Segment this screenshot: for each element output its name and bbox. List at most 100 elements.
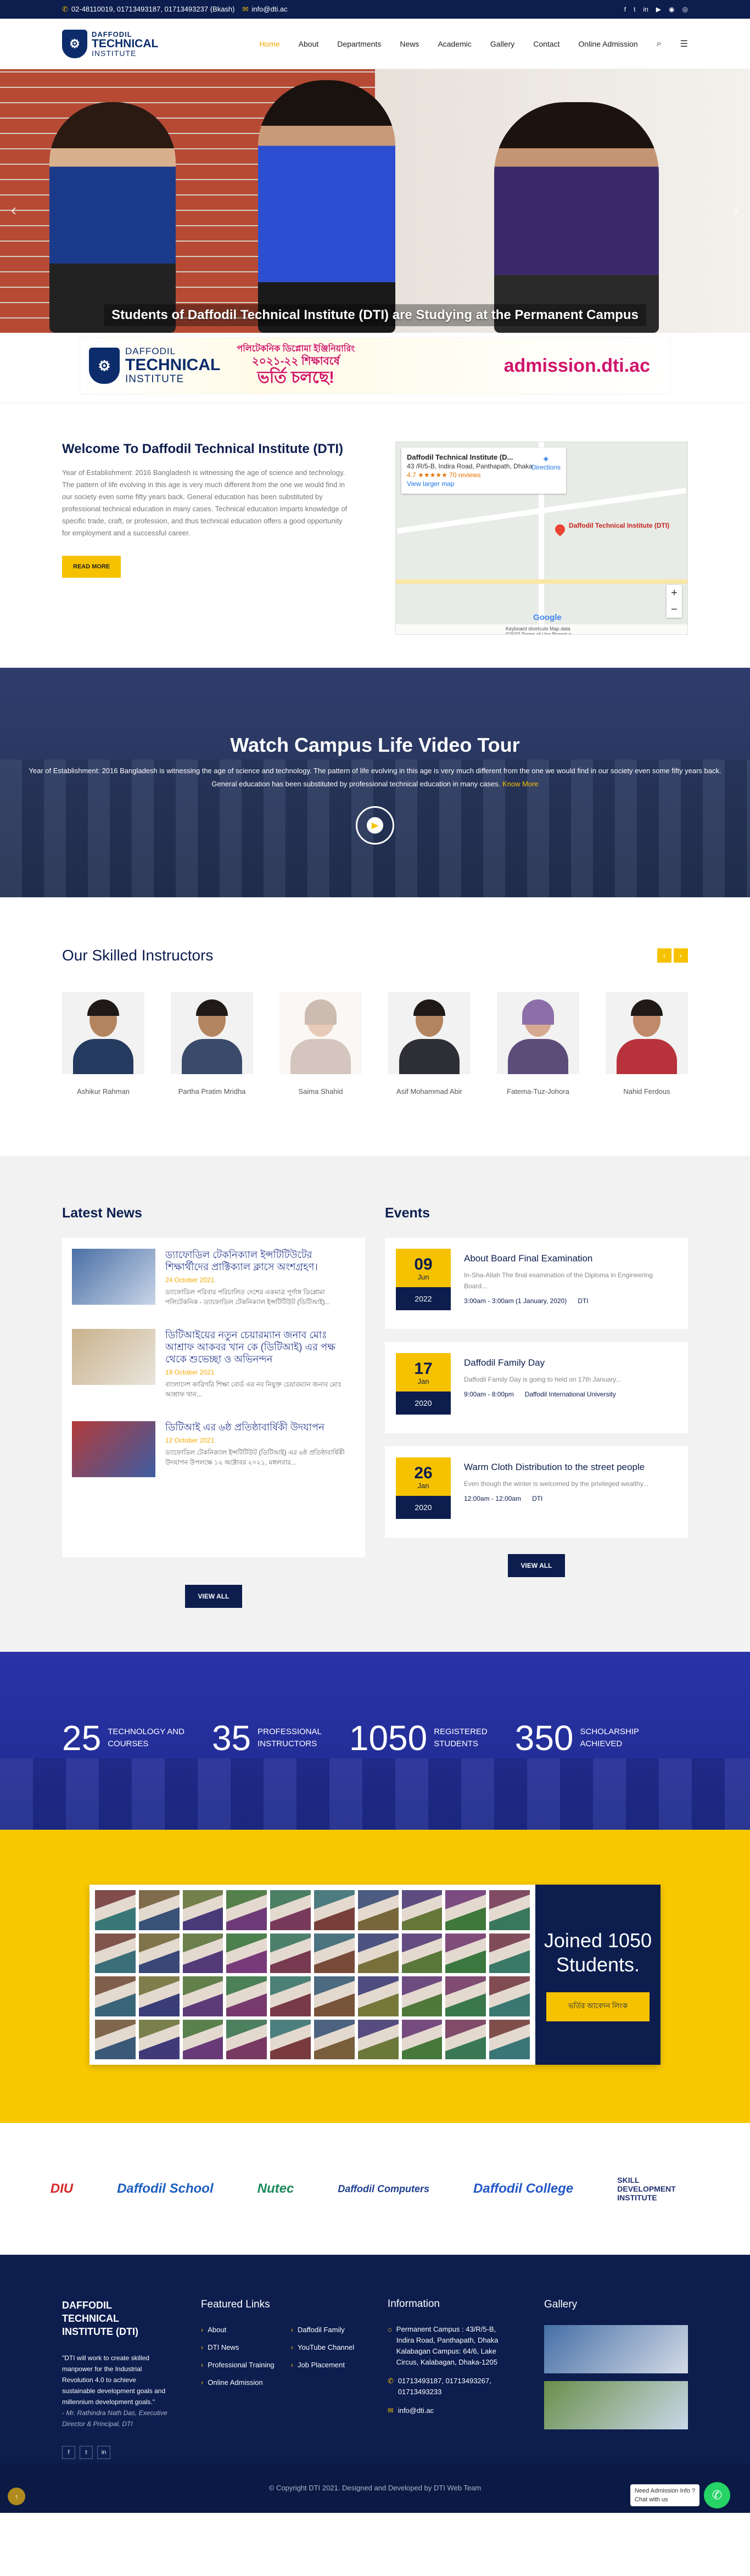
play-button[interactable]: ▶	[356, 806, 394, 845]
news-item[interactable]: ড্যাফোডিল টেকনিক্যাল ইন্সটিটিউটের শিক্ষা…	[72, 1249, 355, 1307]
twitter-icon[interactable]: t	[80, 2446, 93, 2459]
whatsapp-icon[interactable]: ✆	[704, 2482, 730, 2508]
instructor-card[interactable]: Saima Shahid	[279, 992, 362, 1096]
student-photo	[270, 2019, 311, 2059]
chevron-right-icon[interactable]: ›	[674, 948, 688, 963]
event-title[interactable]: Warm Cloth Distribution to the street pe…	[464, 1462, 648, 1473]
facebook-icon[interactable]: f	[62, 2446, 75, 2459]
linkedin-icon[interactable]: in	[97, 2446, 110, 2459]
whatsapp-chat-widget[interactable]: Need Admission Info ? Chat with us ✆	[630, 2482, 730, 2508]
news-view-all-button[interactable]: VIEW ALL	[184, 1585, 243, 1608]
student-photo	[314, 1890, 355, 1930]
student-photo	[226, 1976, 267, 2016]
footer-link-job-placement[interactable]: Job Placement	[291, 2360, 354, 2370]
stat-label-line-2: INSTRUCTORS	[258, 1739, 317, 1748]
stat-number: 35	[211, 1718, 251, 1758]
nav-news[interactable]: News	[400, 40, 419, 48]
event-title[interactable]: About Board Final Examination	[464, 1253, 677, 1264]
partner-logo-daffodil-college[interactable]: Daffodil College	[473, 2181, 573, 2197]
email-info[interactable]: ✉ info@dti.ac	[242, 5, 287, 14]
admission-application-button[interactable]: ভর্তির আবেদন লিংক	[546, 1992, 650, 2021]
read-more-button[interactable]: READ MORE	[62, 556, 121, 578]
footer-link-professional-training[interactable]: Professional Training	[201, 2360, 274, 2370]
instructor-card[interactable]: Ashikur Rahman	[62, 992, 144, 1096]
banner-logo-line-1: DAFFODIL	[125, 346, 176, 356]
partner-logo-daffodil-computers[interactable]: Daffodil Computers	[338, 2183, 429, 2195]
event-item[interactable]: 17 Jan 2020 Daffodil Family Day Daffodil …	[385, 1342, 688, 1433]
news-item-title[interactable]: ডিটিআই এর ৬ষ্ঠ প্রতিষ্ঠাবার্ষিকী উদযাপন	[165, 1421, 355, 1433]
nav-online-admission[interactable]: Online Admission	[579, 40, 638, 48]
back-to-top-icon[interactable]: ↑	[8, 2488, 25, 2505]
mail-icon: ✉	[387, 2406, 394, 2415]
gallery-image[interactable]	[544, 2381, 688, 2429]
directions-link[interactable]: ◈ Directions	[531, 454, 561, 472]
admission-banner[interactable]: ⚙ DAFFODIL TECHNICAL INSTITUTE পলিটেকনিক…	[0, 337, 750, 403]
events-view-all-button[interactable]: VIEW ALL	[507, 1554, 566, 1577]
footer-link-youtube[interactable]: YouTube Channel	[291, 2343, 354, 2353]
slider-next-icon[interactable]: ›	[734, 201, 739, 220]
footer-email[interactable]: info@dti.ac	[398, 2405, 434, 2416]
news-item-title[interactable]: ডিটিআইয়ের নতুন চেয়ারম্যান জনাব মোঃ আশ্…	[165, 1329, 355, 1365]
nav-gallery[interactable]: Gallery	[490, 40, 514, 48]
pinterest-icon[interactable]: ◎	[682, 5, 688, 13]
know-more-link[interactable]: Know More	[500, 780, 539, 788]
student-photo	[95, 1890, 136, 1930]
footer-link-about[interactable]: About	[201, 2325, 275, 2335]
chevron-left-icon[interactable]: ‹	[657, 948, 671, 963]
welcome-section: Welcome To Daffodil Technical Institute …	[0, 403, 750, 668]
student-photo	[182, 2019, 223, 2059]
partner-logo-nutec[interactable]: Nutec	[258, 2181, 294, 2197]
partner-logo-diu[interactable]: DIU	[51, 2181, 73, 2197]
instructor-card[interactable]: Nahid Ferdous	[606, 992, 688, 1096]
google-map[interactable]: Daffodil Technical Institute (D... 43 /R…	[395, 442, 688, 635]
view-larger-map-link[interactable]: View larger map	[407, 479, 561, 488]
instructor-photo	[388, 992, 471, 1074]
stat-item: 1050 REGISTERED STUDENTS	[349, 1718, 488, 1758]
nav-contact[interactable]: Contact	[533, 40, 559, 48]
instructor-name: Nahid Ferdous	[623, 1087, 670, 1096]
news-item[interactable]: ডিটিআইয়ের নতুন চেয়ারম্যান জনাব মোঃ আশ্…	[72, 1329, 355, 1399]
video-text: Year of Establishment: 2016 Bangladesh i…	[15, 764, 735, 791]
banner-logo-line-3: INSTITUTE	[125, 373, 184, 385]
event-year: 2020	[396, 1392, 451, 1415]
news-item-title[interactable]: ড্যাফোডিল টেকনিক্যাল ইন্সটিটিউটের শিক্ষা…	[165, 1249, 355, 1273]
email-text[interactable]: info@dti.ac	[251, 5, 287, 13]
footer-link-online-admission[interactable]: Online Admission	[201, 2378, 275, 2388]
instagram-icon[interactable]: ◉	[669, 5, 674, 13]
youtube-icon[interactable]: ▶	[656, 5, 661, 13]
event-date-box: 09 Jun 2022	[396, 1249, 451, 1310]
gallery-image[interactable]	[544, 2325, 688, 2373]
slider-prev-icon[interactable]: ‹	[11, 201, 16, 220]
nav-about[interactable]: About	[299, 40, 319, 48]
map-zoom-control[interactable]: + −	[667, 585, 682, 618]
linkedin-icon[interactable]: in	[643, 5, 648, 13]
partner-logo-skill-development[interactable]: SKILL DEVELOPMENT INSTITUTE	[617, 2176, 699, 2202]
partner-logos: DIU Daffodil School Nutec Daffodil Compu…	[0, 2123, 750, 2255]
event-title[interactable]: Daffodil Family Day	[464, 1357, 621, 1368]
menu-icon[interactable]: ☰	[680, 38, 688, 49]
news-item[interactable]: ডিটিআই এর ৬ষ্ঠ প্রতিষ্ঠাবার্ষিকী উদযাপন …	[72, 1421, 355, 1477]
search-icon[interactable]: ⌕	[657, 39, 662, 49]
instructor-card[interactable]: Partha Pratim Mridha	[171, 992, 253, 1096]
twitter-icon[interactable]: t	[634, 5, 635, 13]
site-logo[interactable]: ⚙ DAFFODIL TECHNICAL INSTITUTE	[62, 30, 158, 58]
hero-student-3	[494, 102, 659, 333]
instructor-card[interactable]: Fatema-Tuz-Johora	[497, 992, 579, 1096]
partner-logo-daffodil-school[interactable]: Daffodil School	[117, 2181, 214, 2197]
directions-label: Directions	[531, 463, 561, 471]
instructor-card[interactable]: Asif Mohammad Abir	[388, 992, 471, 1096]
event-year: 2022	[396, 1287, 451, 1310]
footer-link-daffodil-family[interactable]: Daffodil Family	[291, 2325, 354, 2335]
nav-home[interactable]: Home	[259, 40, 279, 48]
footer-link-dti-news[interactable]: DTI News	[201, 2343, 275, 2353]
main-nav: Home About Departments News Academic Gal…	[259, 38, 688, 49]
map-pin-icon[interactable]	[553, 522, 567, 537]
facebook-icon[interactable]: f	[624, 5, 626, 13]
event-item[interactable]: 26 Jan 2020 Warm Cloth Distribution to th…	[385, 1446, 688, 1538]
counter-background-image	[0, 1758, 750, 1830]
event-item[interactable]: 09 Jun 2022 About Board Final Examination…	[385, 1238, 688, 1329]
map-rating: 4.7 ★★★★★ 70 reviews	[407, 471, 481, 479]
nav-academic[interactable]: Academic	[438, 40, 471, 48]
nav-departments[interactable]: Departments	[337, 40, 381, 48]
admission-url[interactable]: admission.dti.ac	[504, 355, 650, 377]
